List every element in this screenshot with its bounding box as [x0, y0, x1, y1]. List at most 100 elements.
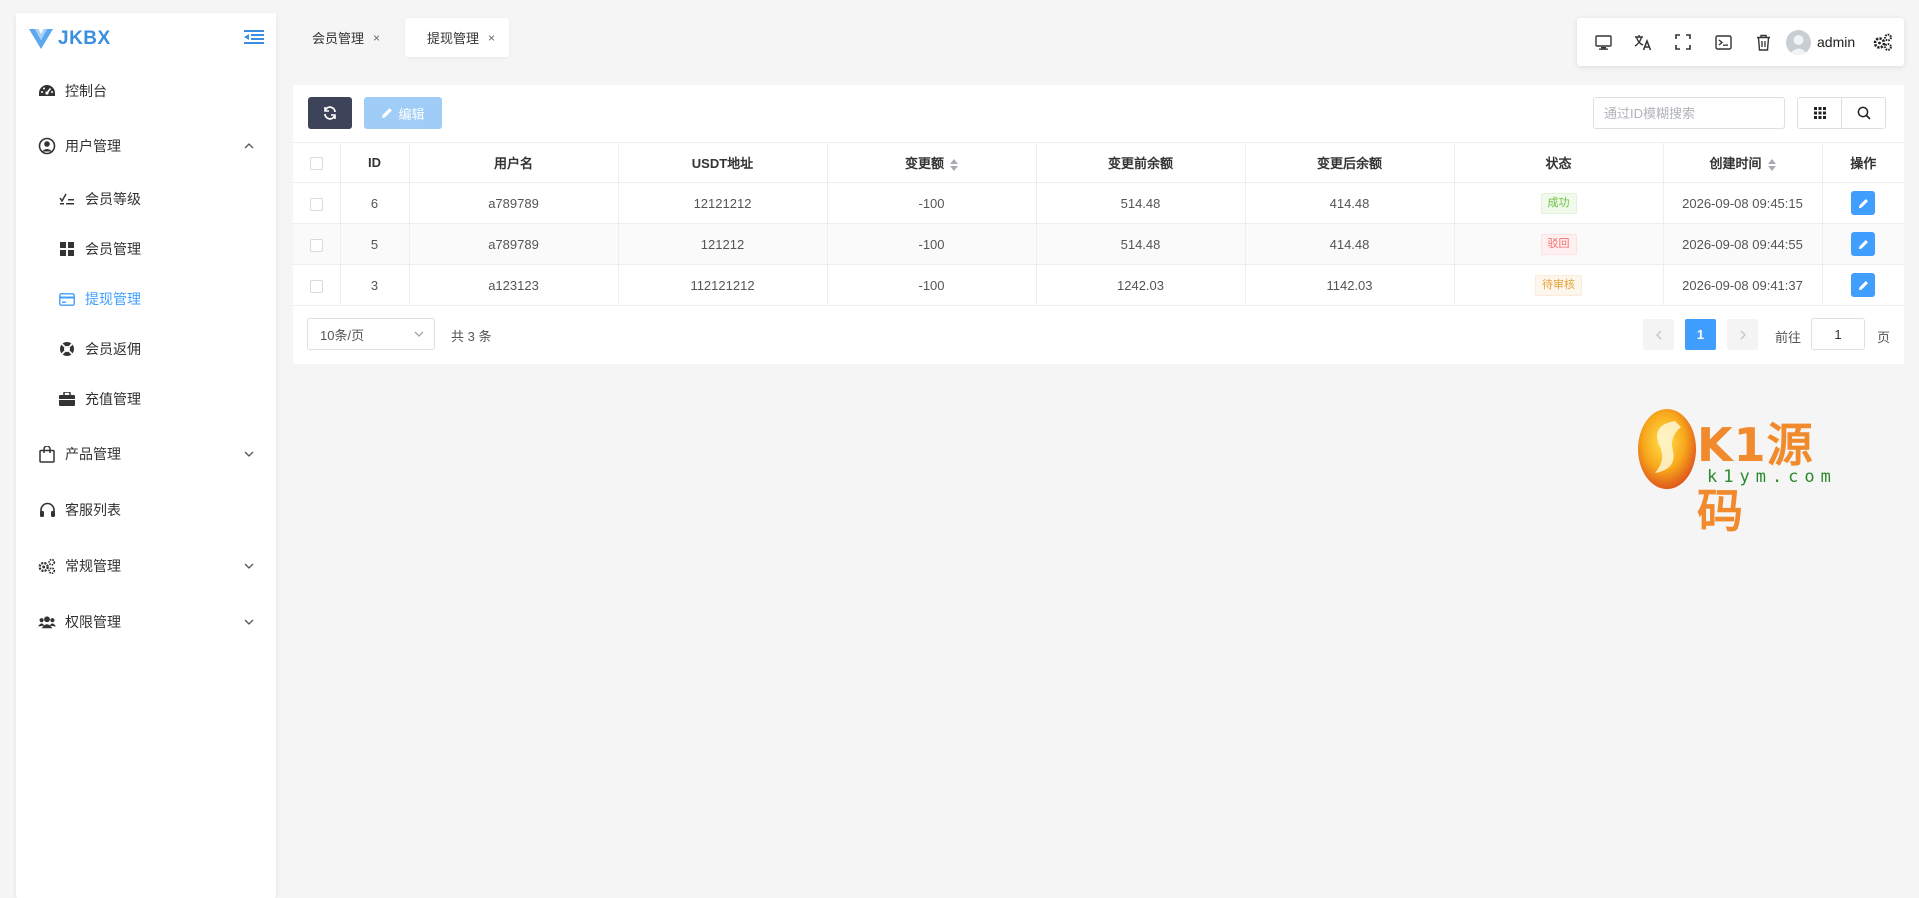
tab-label: 会员管理: [312, 31, 365, 46]
table-row[interactable]: 6 a789789 12121212 -100 514.48 414.48 成功…: [293, 182, 1904, 224]
goto-page-input[interactable]: [1811, 318, 1865, 350]
sidebar-item-member-level[interactable]: 会员等级: [16, 177, 276, 221]
cell-actions: [1822, 264, 1904, 306]
cell-usdt-address: 112121212: [618, 264, 828, 306]
cell-username: a123123: [409, 264, 619, 306]
cell-balance-before: 514.48: [1036, 223, 1246, 265]
cell-created-time: 2026-09-08 09:45:15: [1663, 182, 1823, 224]
sidebar-item-label: 充值管理: [85, 391, 141, 407]
cell-usdt-address: 12121212: [618, 182, 828, 224]
table-header-row: ID 用户名 USDT地址 变更额 变更前余额 变更后余额 状态 创建时间 操作: [293, 142, 1904, 183]
row-select-cell: [293, 264, 341, 306]
tab-withdrawal-management[interactable]: 提现管理 ×: [405, 18, 510, 57]
sidebar-item-user-management[interactable]: 用户管理: [16, 124, 276, 168]
withdrawal-panel: 编辑 ID 用户名 USDT地址 变更额 变更前余额 变更后余额 状态 创建时间…: [293, 85, 1904, 364]
app-logo[interactable]: JKBX: [28, 25, 111, 53]
refresh-button[interactable]: [308, 97, 352, 129]
page-size-select[interactable]: 10条/页: [307, 318, 435, 350]
sidebar-item-label: 会员等级: [85, 191, 141, 207]
sidebar-item-recharge-management[interactable]: 充值管理: [16, 377, 276, 421]
sidebar-item-member-management[interactable]: 会员管理: [16, 227, 276, 271]
cell-id: 6: [340, 182, 410, 224]
table-row[interactable]: 5 a789789 121212 -100 514.48 414.48 驳回 2…: [293, 223, 1904, 265]
column-header: ID: [340, 142, 410, 183]
column-header: 状态: [1454, 142, 1664, 183]
avatar[interactable]: [1786, 30, 1811, 55]
dashboard-icon: [38, 82, 56, 100]
prev-page-button[interactable]: [1643, 319, 1674, 350]
fullscreen-icon[interactable]: [1673, 32, 1693, 52]
sidebar-item-permission-management[interactable]: 权限管理: [16, 600, 276, 644]
cell-usdt-address: 121212: [618, 223, 828, 265]
grid-icon: [1813, 107, 1826, 119]
edit-button-label: 编辑: [398, 106, 425, 122]
sidebar-collapse-button[interactable]: [244, 29, 264, 45]
trash-icon[interactable]: [1753, 32, 1773, 52]
goto-suffix: 页: [1877, 330, 1891, 345]
desktop-icon[interactable]: [1593, 32, 1613, 52]
select-all-checkbox[interactable]: [309, 157, 323, 171]
headset-icon: [38, 501, 56, 519]
cell-status: 待审核: [1454, 264, 1664, 306]
column-header: 用户名: [409, 142, 619, 183]
chevron-down-icon: [414, 331, 424, 337]
tab-label: 提现管理: [427, 31, 480, 46]
sidebar-item-label: 产品管理: [65, 446, 121, 462]
sidebar-item-label: 客服列表: [65, 502, 121, 518]
level-icon: [58, 190, 76, 208]
logo-text: JKBX: [58, 28, 111, 49]
cell-balance-after: 414.48: [1245, 182, 1455, 224]
sidebar-item-member-commission[interactable]: 会员返佣: [16, 327, 276, 371]
row-checkbox[interactable]: [309, 197, 323, 211]
close-icon[interactable]: ×: [488, 31, 495, 45]
close-icon[interactable]: ×: [373, 31, 380, 45]
search-icon: [1857, 106, 1871, 120]
column-header: 变更后余额: [1245, 142, 1455, 183]
sort-icon[interactable]: [1767, 158, 1776, 171]
sidebar-item-dashboard[interactable]: 控制台: [16, 69, 276, 113]
row-checkbox[interactable]: [309, 238, 323, 252]
settings-gears-icon[interactable]: [1873, 32, 1893, 52]
chevron-down-icon: [244, 619, 254, 625]
column-header-sortable[interactable]: 创建时间: [1663, 142, 1823, 183]
briefcase-icon: [58, 390, 76, 408]
total-count: 共 3 条: [451, 329, 492, 344]
sidebar: JKBX 控制台 用户管理 会员等级 会员管理 提现管理 会员返佣 充值管理 产…: [16, 13, 276, 898]
row-edit-button[interactable]: [1851, 273, 1876, 297]
cell-created-time: 2026-09-08 09:41:37: [1663, 264, 1823, 306]
withdrawal-table: ID 用户名 USDT地址 变更额 变更前余额 变更后余额 状态 创建时间 操作…: [293, 142, 1904, 306]
cell-balance-after: 414.48: [1245, 223, 1455, 265]
row-edit-button[interactable]: [1851, 191, 1876, 215]
search-button[interactable]: [1841, 97, 1886, 129]
chevron-down-icon: [244, 563, 254, 569]
translate-icon[interactable]: [1633, 32, 1653, 52]
chevron-up-icon: [244, 143, 254, 149]
pencil-icon: [382, 108, 393, 118]
row-edit-button[interactable]: [1851, 232, 1876, 256]
edit-button[interactable]: 编辑: [364, 97, 442, 129]
sidebar-item-customer-service[interactable]: 客服列表: [16, 488, 276, 532]
page-number-current[interactable]: 1: [1685, 319, 1716, 350]
column-header: USDT地址: [618, 142, 828, 183]
column-header: 变更前余额: [1036, 142, 1246, 183]
sidebar-item-general-management[interactable]: 常规管理: [16, 544, 276, 588]
tab-member-management[interactable]: 会员管理 ×: [290, 18, 394, 57]
sidebar-item-product-management[interactable]: 产品管理: [16, 432, 276, 476]
row-checkbox[interactable]: [309, 279, 323, 293]
column-toggle-button[interactable]: [1797, 97, 1842, 129]
column-header-sortable[interactable]: 变更额: [827, 142, 1037, 183]
terminal-icon[interactable]: [1713, 32, 1733, 52]
sidebar-item-label: 权限管理: [65, 614, 121, 630]
search-input[interactable]: [1593, 97, 1785, 129]
user-name[interactable]: admin: [1817, 34, 1855, 50]
sidebar-item-label: 会员管理: [85, 241, 141, 257]
sidebar-item-withdrawal-management[interactable]: 提现管理: [16, 277, 276, 321]
menu-fold-icon: [244, 30, 264, 44]
sort-icon[interactable]: [950, 158, 958, 171]
next-page-button[interactable]: [1727, 319, 1758, 350]
cell-balance-before: 1242.03: [1036, 264, 1246, 306]
table-row[interactable]: 3 a123123 112121212 -100 1242.03 1142.03…: [293, 264, 1904, 306]
gears-icon: [38, 557, 56, 575]
sidebar-item-label: 会员返佣: [85, 341, 141, 357]
cell-status: 成功: [1454, 182, 1664, 224]
